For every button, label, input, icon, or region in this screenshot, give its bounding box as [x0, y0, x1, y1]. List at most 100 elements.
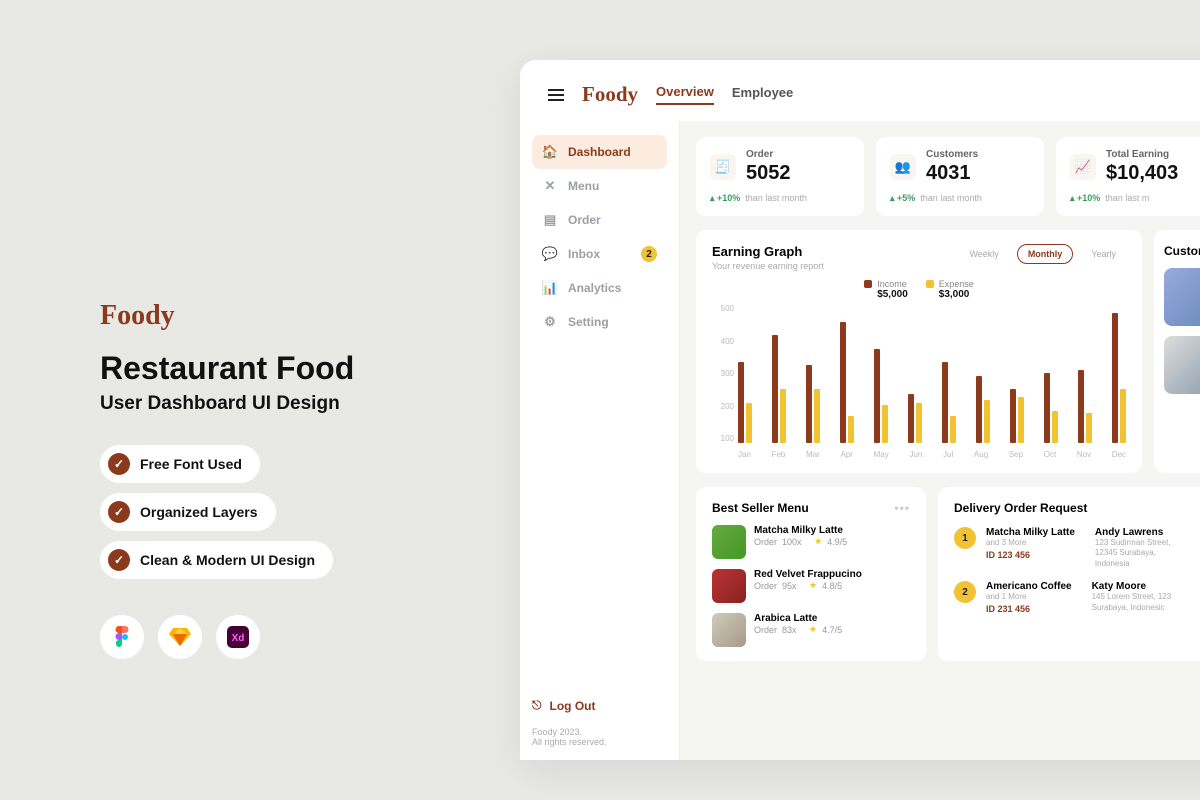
delivery-row[interactable]: 1Matcha Milky Latteand 3 MoreID 123 456A… — [954, 527, 1200, 569]
delivery-customer: Andy Lawrens — [1095, 527, 1171, 538]
menu-meta: Order100x ★4.9/5 — [754, 536, 847, 547]
best-seller-card: Best Seller Menu ••• Matcha Milky LatteOr… — [696, 487, 926, 661]
sidebar-item-inbox[interactable]: 💬Inbox2 — [532, 237, 667, 271]
dashboard-window: Foody Overview Employee 🏠Dashboard ✕Menu… — [520, 60, 1200, 760]
stat-change: ▴ +10% than last m — [1070, 193, 1200, 204]
sidebar-item-order[interactable]: ▤ Order — [532, 203, 667, 237]
customer-thumb[interactable] — [1164, 336, 1200, 394]
menu-name: Red Velvet Frappucino — [754, 569, 862, 580]
menu-item[interactable]: Red Velvet FrappucinoOrder95x ★4.8/5 — [712, 569, 910, 603]
chart-bar[interactable] — [848, 416, 854, 443]
check-icon: ✓ — [108, 501, 130, 523]
chart-bar[interactable] — [840, 322, 846, 444]
delivery-row[interactable]: 2Americano Coffeeand 1 MoreID 231 456Kat… — [954, 581, 1200, 614]
chart-bar[interactable] — [772, 335, 778, 443]
stat-value: 5052 — [746, 162, 791, 185]
sidebar-item-label: Analytics — [568, 281, 621, 295]
chart-bar[interactable] — [806, 365, 812, 443]
tab-employee[interactable]: Employee — [732, 85, 793, 104]
customer-thumb[interactable] — [1164, 268, 1200, 326]
chart-bar[interactable] — [1086, 413, 1092, 443]
earning-graph-subtitle: Your revenue earning report — [712, 261, 824, 271]
tab-overview[interactable]: Overview — [656, 84, 714, 105]
best-seller-title: Best Seller Menu — [712, 501, 809, 515]
stat-value: $10,403 — [1106, 162, 1178, 185]
chart-bar[interactable] — [882, 405, 888, 443]
chart-bar[interactable] — [1112, 313, 1118, 443]
stat-card[interactable]: 📈 Total Earning $10,403 ▴ +10% than last m — [1056, 137, 1200, 216]
chart-bar[interactable] — [1044, 373, 1050, 443]
logout-icon: ⎋ — [532, 698, 542, 713]
chart-bar[interactable] — [950, 416, 956, 443]
chart-bar[interactable] — [814, 389, 820, 443]
period-tab[interactable]: Monthly — [1017, 244, 1074, 264]
sidebar-item-label: Order — [568, 213, 601, 227]
document-icon: ▤ — [542, 212, 558, 228]
earning-graph-title: Earning Graph — [712, 244, 824, 259]
chart-bar[interactable] — [942, 362, 948, 443]
chart-bar[interactable] — [908, 394, 914, 443]
menu-meta: Order83x ★4.7/5 — [754, 624, 842, 635]
stat-card[interactable]: 🧾Order5052▴ +10% than last month — [696, 137, 864, 216]
customer-title: Custor — [1164, 244, 1200, 258]
promo-title: Restaurant Food — [100, 350, 430, 387]
chart-bar[interactable] — [1018, 397, 1024, 443]
chart-bar[interactable] — [738, 362, 744, 443]
chart-bar[interactable] — [1078, 370, 1084, 443]
sidebar-item-dashboard[interactable]: 🏠Dashboard — [532, 135, 667, 169]
period-tab[interactable]: Weekly — [959, 245, 1008, 263]
feature-label: Clean & Modern UI Design — [140, 552, 315, 568]
chart-bar[interactable] — [746, 403, 752, 444]
legend-label: Income — [877, 279, 908, 289]
chart-bar[interactable] — [874, 349, 880, 444]
menu-thumb — [712, 525, 746, 559]
copyright: Foody 2023. — [532, 727, 667, 737]
hamburger-icon[interactable] — [548, 89, 564, 101]
earning-icon: 📈 — [1070, 154, 1096, 180]
chart-bar[interactable] — [916, 403, 922, 444]
delivery-product: Matcha Milky Latte — [986, 527, 1075, 538]
legend-swatch — [926, 280, 934, 288]
chart-bar[interactable] — [976, 376, 982, 444]
stat-card[interactable]: 👥Customers4031▴ +5% than last month — [876, 137, 1044, 216]
sidebar-item-label: Inbox — [568, 247, 600, 261]
logout-label: Log Out — [550, 699, 596, 713]
logout-button[interactable]: ⎋ Log Out — [532, 698, 667, 713]
star-icon: ★ — [809, 580, 817, 591]
menu-item[interactable]: Matcha Milky LatteOrder100x ★4.9/5 — [712, 525, 910, 559]
utensils-icon: ✕ — [542, 178, 558, 194]
delivery-customer: Katy Moore — [1092, 581, 1172, 592]
chart-bar[interactable] — [984, 400, 990, 443]
stat-change: ▴ +10% than last month — [710, 193, 850, 204]
more-icon[interactable]: ••• — [894, 501, 910, 515]
chart-bar[interactable] — [1120, 389, 1126, 443]
period-tab[interactable]: Yearly — [1081, 245, 1126, 263]
chart-bar[interactable] — [1052, 411, 1058, 443]
feature-label: Free Font Used — [140, 456, 242, 472]
chart-bar[interactable] — [1010, 389, 1016, 443]
delivery-id: ID 231 456 — [986, 604, 1072, 614]
menu-item[interactable]: Arabica LatteOrder83x ★4.7/5 — [712, 613, 910, 647]
sidebar-item-label: Setting — [568, 315, 609, 329]
delivery-number: 1 — [954, 527, 976, 549]
gear-icon: ⚙ — [542, 314, 558, 330]
chat-icon: 💬 — [542, 246, 558, 262]
delivery-title: Delivery Order Request — [954, 501, 1087, 515]
stat-label: Customers — [926, 149, 978, 160]
stat-label: Total Earning — [1106, 149, 1178, 160]
sidebar-item-setting[interactable]: ⚙ Setting — [532, 305, 667, 339]
star-icon: ★ — [814, 536, 822, 547]
legend-value: $5,000 — [877, 289, 908, 300]
delivery-more: and 1 More — [986, 592, 1072, 601]
chart-bar[interactable] — [780, 389, 786, 443]
app-logo: Foody — [582, 82, 638, 107]
legend-swatch — [864, 280, 872, 288]
feature-pill: ✓Free Font Used — [100, 445, 260, 483]
sidebar-item-menu[interactable]: ✕Menu — [532, 169, 667, 203]
star-icon: ★ — [809, 624, 817, 635]
feature-label: Organized Layers — [140, 504, 258, 520]
check-icon: ✓ — [108, 549, 130, 571]
sidebar-item-analytics[interactable]: 📊Analytics — [532, 271, 667, 305]
sidebar-item-label: Dashboard — [568, 145, 631, 159]
order-icon: 🧾 — [710, 154, 736, 180]
